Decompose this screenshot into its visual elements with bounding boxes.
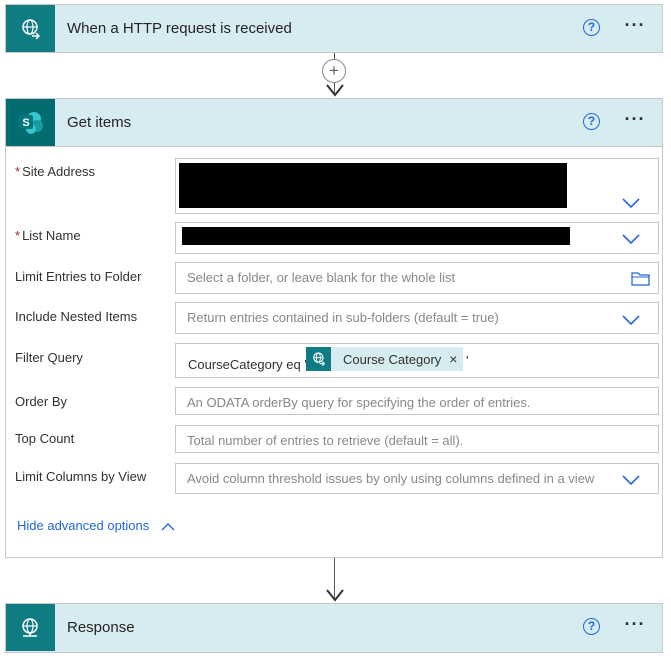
help-icon[interactable]: ? (583, 618, 600, 635)
help-icon[interactable]: ? (583, 19, 600, 36)
chevron-down-icon[interactable] (622, 233, 640, 245)
nested-items-row: Include Nested Items Return entries cont… (15, 302, 659, 334)
get-items-title: Get items (67, 114, 132, 131)
redacted-value (182, 227, 570, 245)
more-options-button[interactable]: ··· (620, 14, 650, 42)
svg-text:S: S (22, 117, 29, 129)
http-request-icon (6, 5, 55, 52)
trigger-title: When a HTTP request is received (67, 20, 292, 37)
limit-view-dropdown[interactable]: Avoid column threshold issues by only us… (175, 463, 659, 494)
folder-icon[interactable] (631, 271, 650, 286)
sharepoint-icon: S (6, 99, 55, 146)
trigger-card[interactable]: When a HTTP request is received ? ··· (5, 4, 663, 53)
site-address-row: * Site Address (15, 158, 659, 214)
filter-prefix-text: CourseCategory eq ' (188, 357, 307, 372)
list-name-dropdown[interactable] (175, 222, 659, 254)
chevron-up-icon (161, 523, 175, 531)
filter-query-row: Filter Query CourseCategory eq ' Course … (15, 343, 659, 378)
filter-query-input[interactable]: CourseCategory eq ' Course Category × ' (175, 343, 659, 378)
chevron-down-icon[interactable] (622, 197, 640, 209)
limit-folder-row: Limit Entries to Folder Select a folder,… (15, 262, 659, 294)
nested-items-dropdown[interactable]: Return entries contained in sub-folders … (175, 302, 659, 334)
placeholder: An ODATA orderBy query for specifying th… (187, 395, 531, 410)
placeholder: Total number of entries to retrieve (def… (187, 433, 464, 448)
arrow-down-icon (326, 84, 344, 97)
add-step-button[interactable]: + (322, 59, 346, 83)
help-icon[interactable]: ? (583, 113, 600, 130)
limit-folder-input[interactable]: Select a folder, or leave blank for the … (175, 262, 659, 294)
filter-query-label: Filter Query (15, 350, 83, 365)
list-name-label: * List Name (15, 228, 81, 243)
order-by-input[interactable]: An ODATA orderBy query for specifying th… (175, 387, 659, 415)
get-items-header[interactable]: S Get items ? ··· (6, 99, 662, 147)
limit-folder-label: Limit Entries to Folder (15, 269, 142, 284)
arrow-down-icon (326, 589, 344, 602)
placeholder: Select a folder, or leave blank for the … (187, 270, 456, 285)
response-title: Response (67, 619, 135, 636)
http-response-icon (6, 604, 55, 651)
nested-items-label: Include Nested Items (15, 309, 138, 324)
placeholder: Avoid column threshold issues by only us… (187, 471, 595, 486)
top-count-row: Top Count Total number of entries to ret… (15, 425, 659, 453)
dynamic-content-token[interactable]: Course Category × (306, 347, 464, 371)
filter-suffix-text: ' (466, 353, 469, 368)
site-address-dropdown[interactable] (175, 158, 659, 214)
redacted-value (179, 163, 567, 208)
more-options-button[interactable]: ··· (620, 108, 650, 136)
http-request-icon (306, 347, 331, 371)
trigger-header[interactable]: When a HTTP request is received ? ··· (6, 5, 662, 52)
chevron-down-icon[interactable] (622, 314, 640, 326)
list-name-row: * List Name (15, 222, 659, 254)
limit-view-label: Limit Columns by View (15, 469, 147, 484)
placeholder: Return entries contained in sub-folders … (187, 310, 499, 325)
top-count-input[interactable]: Total number of entries to retrieve (def… (175, 425, 659, 453)
more-options-button[interactable]: ··· (620, 613, 650, 641)
top-count-label: Top Count (15, 431, 75, 446)
hide-advanced-options-link[interactable]: Hide advanced options (17, 518, 175, 533)
response-header[interactable]: Response ? ··· (6, 604, 662, 652)
order-by-row: Order By An ODATA orderBy query for spec… (15, 387, 659, 415)
remove-token-icon[interactable]: × (449, 351, 463, 367)
order-by-label: Order By (15, 394, 68, 409)
limit-view-row: Limit Columns by View Avoid column thres… (15, 463, 659, 494)
chevron-down-icon[interactable] (622, 474, 640, 486)
response-card[interactable]: Response ? ··· (5, 603, 663, 653)
site-address-label: * Site Address (15, 164, 96, 179)
token-label: Course Category (343, 351, 442, 367)
